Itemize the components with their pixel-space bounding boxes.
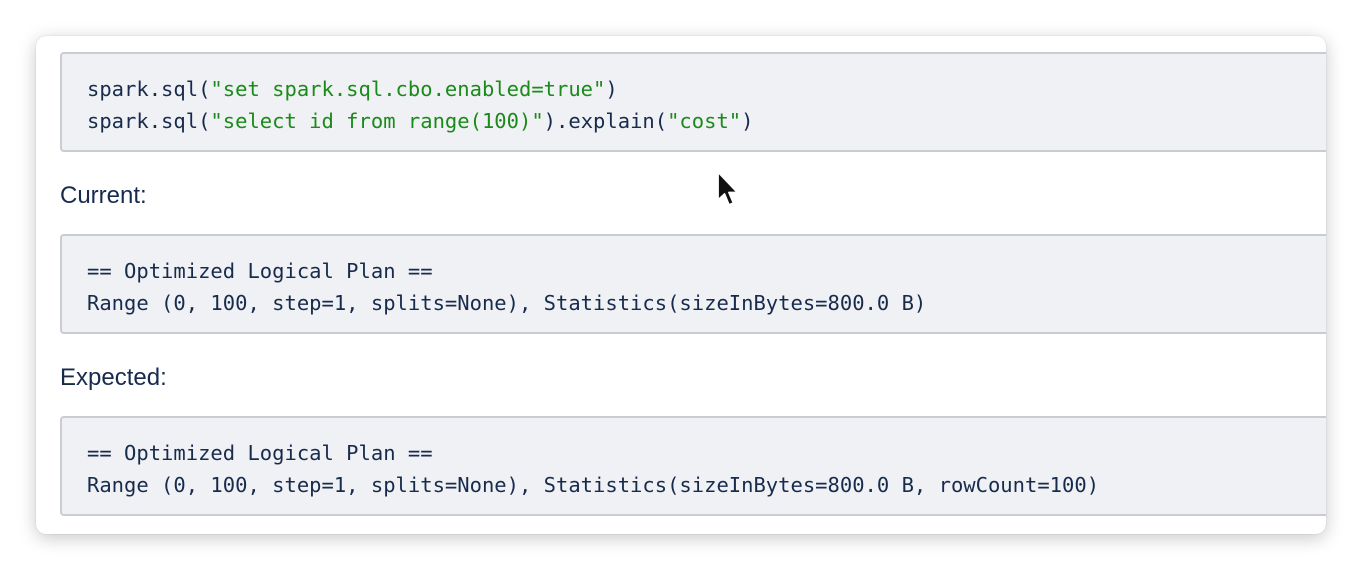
code-line-1: == Optimized Logical Plan == bbox=[87, 441, 433, 465]
content-window: spark.sql("set spark.sql.cbo.enabled=tru… bbox=[36, 36, 1326, 534]
expected-label: Expected: bbox=[60, 364, 167, 391]
code-string: "cost" bbox=[667, 109, 742, 133]
code-string: "select id from range(100)" bbox=[210, 109, 544, 133]
code-block-current[interactable]: == Optimized Logical Plan == Range (0, 1… bbox=[60, 234, 1326, 334]
mouse-pointer-icon bbox=[717, 171, 739, 206]
code-block-spark-sql[interactable]: spark.sql("set spark.sql.cbo.enabled=tru… bbox=[60, 52, 1326, 152]
code-token: spark.sql( bbox=[87, 109, 211, 133]
code-token: spark.sql( bbox=[87, 77, 211, 101]
code-token: ) bbox=[741, 109, 754, 133]
code-line-2: Range (0, 100, step=1, splits=None), Sta… bbox=[87, 473, 1100, 497]
code-line-2: Range (0, 100, step=1, splits=None), Sta… bbox=[87, 291, 927, 315]
current-label: Current: bbox=[60, 182, 147, 209]
code-line-1: spark.sql("set spark.sql.cbo.enabled=tru… bbox=[87, 73, 618, 105]
code-token: ).explain( bbox=[543, 109, 668, 133]
code-line-2: spark.sql("select id from range(100)").e… bbox=[87, 105, 754, 137]
code-string: "set spark.sql.cbo.enabled=true" bbox=[210, 77, 606, 101]
code-block-expected[interactable]: == Optimized Logical Plan == Range (0, 1… bbox=[60, 416, 1326, 516]
code-line-1: == Optimized Logical Plan == bbox=[87, 259, 433, 283]
code-token: ) bbox=[605, 77, 618, 101]
